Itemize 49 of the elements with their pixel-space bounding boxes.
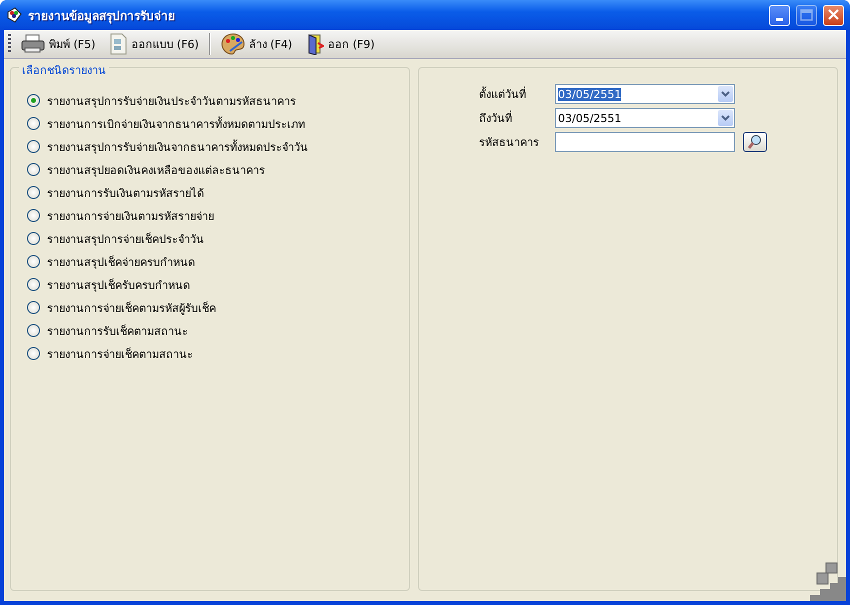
option-label[interactable]: รายงานสรุปเช็ครับครบกำหนด xyxy=(47,276,190,294)
close-icon xyxy=(826,8,841,22)
option-label[interactable]: รายงานการเบิกจ่ายเงินจากธนาคารทั้งหมดตามประเภท xyxy=(47,114,305,132)
document-icon xyxy=(109,33,128,55)
radio-button[interactable] xyxy=(27,347,40,360)
radio-button[interactable] xyxy=(27,140,40,153)
date-dropdown[interactable]: 03/05/2551 xyxy=(555,108,735,128)
option-label[interactable]: รายงานการรับเช็คตามสถานะ xyxy=(47,322,188,340)
minimize-button[interactable] xyxy=(769,4,790,26)
radio-button[interactable] xyxy=(27,209,40,222)
printer-icon xyxy=(21,34,45,54)
palette-icon xyxy=(220,33,245,55)
date-dropdown[interactable]: 03/05/2551 xyxy=(555,84,735,104)
window-title: รายงานข้อมูลสรุปการรับจ่าย xyxy=(28,8,176,24)
field-label: รหัสธนาคาร xyxy=(479,135,540,151)
option-label[interactable]: รายงานสรุปการรับจ่ายเงินจากธนาคารทั้งหมดประจำวัน xyxy=(47,138,308,156)
radio-button[interactable] xyxy=(27,324,40,337)
radio-button[interactable] xyxy=(27,163,40,176)
close-button[interactable] xyxy=(823,4,844,26)
option-label[interactable]: รายงานสรุปการจ่ายเช็คประจำวัน xyxy=(47,230,204,248)
search-button[interactable] xyxy=(743,132,767,152)
toolbar-button[interactable]: ล้าง (F4) xyxy=(216,31,296,57)
door-icon xyxy=(306,33,324,55)
radio-button[interactable] xyxy=(27,94,40,107)
resize-grip-icon[interactable] xyxy=(810,561,846,601)
toolbar-button[interactable]: ออกแบบ (F6) xyxy=(105,31,203,57)
maximize-icon xyxy=(799,8,814,22)
field-label: ตั้งแต่วันที่ xyxy=(479,86,527,103)
toolbar-button[interactable]: พิมพ์ (F5) xyxy=(17,32,100,56)
radio-button[interactable] xyxy=(27,117,40,130)
radio-button[interactable] xyxy=(27,186,40,199)
input-field[interactable] xyxy=(555,132,735,152)
option-label[interactable]: รายงานการรับเงินตามรหัสรายได้ xyxy=(47,184,204,202)
search-icon xyxy=(747,134,763,150)
radio-button[interactable] xyxy=(27,278,40,291)
option-label[interactable]: รายงานสรุปการรับจ่ายเงินประจำวันตามรหัสธนาคาร xyxy=(47,92,296,110)
option-label[interactable]: รายงานการจ่ายเงินตามรหัสรายจ่าย xyxy=(47,206,214,224)
option-label[interactable]: รายงานการจ่ายเช็คตามรหัสผู้รับเช็ค xyxy=(47,298,216,316)
minimize-icon xyxy=(776,18,783,20)
app-icon xyxy=(6,7,22,23)
radio-button[interactable] xyxy=(27,255,40,268)
toolbar-button[interactable]: ออก (F9) xyxy=(302,31,379,57)
option-label[interactable]: รายงานสรุปเช็คจ่ายครบกำหนด xyxy=(47,252,195,270)
option-label[interactable]: รายงานสรุปยอดเงินคงเหลือของแต่ละธนาคาร xyxy=(47,160,265,178)
toolbar-grip[interactable] xyxy=(8,34,11,54)
radio-button[interactable] xyxy=(27,232,40,245)
option-label[interactable]: รายงานการจ่ายเช็คตามสถานะ xyxy=(47,344,193,362)
field-label: ถึงวันที่ xyxy=(479,110,513,127)
radio-button[interactable] xyxy=(27,301,40,314)
